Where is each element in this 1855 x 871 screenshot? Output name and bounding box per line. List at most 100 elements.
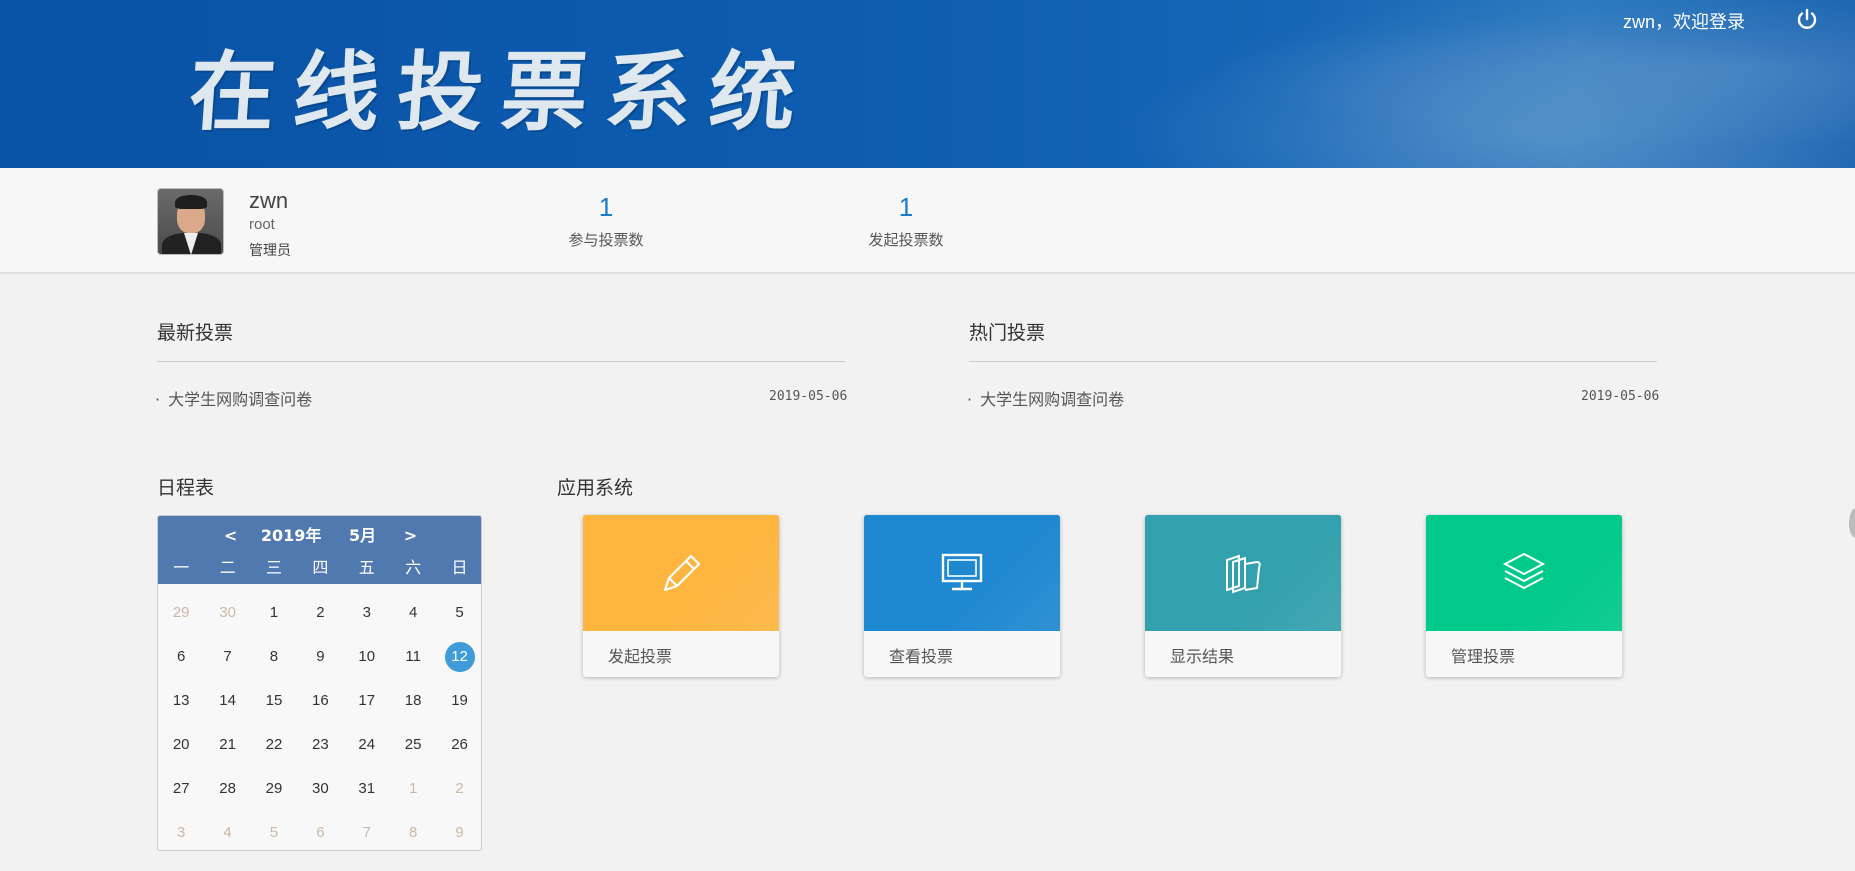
calendar-day[interactable]: 20 — [158, 730, 204, 774]
app-card-manage-votes[interactable]: 管理投票 — [1426, 515, 1622, 677]
calendar-day[interactable]: 19 — [436, 686, 481, 730]
books-icon — [1226, 554, 1261, 594]
calendar-day[interactable]: 2 — [297, 598, 343, 642]
calendar-day[interactable]: 27 — [158, 774, 204, 818]
calendar-header: < 2019年 5月 > 一 二 三 四 五 六 日 — [158, 516, 481, 584]
calendar-day[interactable]: 3 — [344, 598, 390, 642]
calendar-day[interactable]: 10 — [344, 642, 390, 686]
calendar-day-number: 6 — [177, 648, 186, 665]
scroll-handle[interactable] — [1849, 508, 1855, 538]
calendar-day[interactable]: 31 — [344, 774, 390, 818]
calendar-day-number: 28 — [219, 780, 236, 797]
calendar-day-number: 4 — [223, 824, 232, 841]
calendar-month: 5月 — [348, 526, 377, 545]
calendar-day-today[interactable]: 12 — [436, 642, 481, 686]
calendar-day[interactable]: 11 — [390, 642, 436, 686]
latest-votes-title: 最新投票 — [157, 322, 234, 344]
prev-month-button[interactable]: < — [224, 526, 237, 545]
weekday-label: 日 — [451, 558, 468, 577]
calendar-day[interactable]: 1 — [251, 598, 297, 642]
calendar-day[interactable]: 6 — [158, 642, 204, 686]
calendar-day-number: 9 — [455, 824, 464, 841]
app-card-view-votes[interactable]: 查看投票 — [864, 515, 1060, 677]
calendar-day[interactable]: 6 — [297, 818, 343, 850]
calendar-day-number: 18 — [404, 692, 422, 709]
calendar-day[interactable]: 26 — [436, 730, 481, 774]
calendar-day-number: 10 — [358, 648, 376, 665]
calendar-day-number: 17 — [358, 692, 376, 709]
calendar-day[interactable]: 2 — [436, 774, 481, 818]
calendar-day[interactable]: 25 — [390, 730, 436, 774]
calendar-day-number: 2 — [316, 604, 325, 621]
calendar-day-number: 22 — [265, 736, 283, 753]
calendar-day-number: 5 — [269, 824, 279, 841]
app-label: 发起投票 — [608, 647, 673, 666]
calendar-day[interactable]: 8 — [251, 642, 297, 686]
calendar-week-row: 27 28 29 30 31 1 2 — [158, 774, 481, 818]
calendar-day-number: 8 — [408, 824, 418, 841]
bullet: · — [155, 390, 161, 409]
app-card-initiate-vote[interactable]: 发起投票 — [583, 515, 779, 677]
calendar-day[interactable]: 8 — [390, 818, 436, 850]
calendar-day[interactable]: 30 — [204, 598, 250, 642]
weekday-label: 三 — [265, 558, 282, 577]
bullet: · — [967, 390, 973, 409]
weekday-label: 二 — [219, 558, 236, 577]
user-name: zwn — [249, 188, 289, 213]
next-month-button[interactable]: > — [404, 526, 417, 545]
app-label: 查看投票 — [889, 647, 954, 666]
calendar-day[interactable]: 4 — [204, 818, 250, 850]
calendar-week-row: 13 14 15 16 17 18 19 — [158, 686, 481, 730]
calendar-day[interactable]: 3 — [158, 818, 204, 850]
calendar-day[interactable]: 29 — [251, 774, 297, 818]
calendar-day-number: 30 — [312, 780, 329, 797]
calendar-day[interactable]: 5 — [436, 598, 481, 642]
calendar-day-number: 6 — [316, 824, 325, 841]
calendar-week-row: 29 30 1 2 3 4 5 — [158, 598, 481, 642]
calendar-day[interactable]: 23 — [297, 730, 343, 774]
power-icon[interactable] — [1795, 8, 1819, 32]
calendar-day-number: 12 — [444, 642, 475, 672]
calendar-day[interactable]: 24 — [344, 730, 390, 774]
calendar-day[interactable]: 17 — [344, 686, 390, 730]
calendar-day[interactable]: 16 — [297, 686, 343, 730]
calendar-day[interactable]: 7 — [344, 818, 390, 850]
stat-initiated: 1 发起投票数 — [836, 192, 976, 250]
calendar-week-row: 20 21 22 23 24 25 26 — [158, 730, 481, 774]
vote-title[interactable]: 大学生网购调查问卷 — [980, 390, 1124, 409]
calendar-day[interactable]: 30 — [297, 774, 343, 818]
stat-participated: 1 参与投票数 — [536, 192, 676, 250]
calendar-day[interactable]: 5 — [251, 818, 297, 850]
calendar-day[interactable]: 1 — [390, 774, 436, 818]
profile-strip: zwn root 管理员 1 参与投票数 1 发起投票数 — [0, 168, 1855, 273]
calendar-day[interactable]: 28 — [204, 774, 250, 818]
latest-vote-item[interactable]: · 大学生网购调查问卷 — [155, 386, 312, 410]
calendar-nav: < 2019年 5月 > — [158, 522, 481, 546]
calendar-day-number: 8 — [269, 648, 279, 665]
vote-date: 2019-05-06 — [769, 389, 848, 404]
calendar-day-number: 31 — [358, 780, 376, 797]
calendar-day[interactable]: 22 — [251, 730, 297, 774]
calendar-day[interactable]: 29 — [158, 598, 204, 642]
calendar-day[interactable]: 14 — [204, 686, 250, 730]
calendar-day[interactable]: 9 — [297, 642, 343, 686]
calendar-day-number: 1 — [269, 604, 279, 621]
calendar-day[interactable]: 21 — [204, 730, 250, 774]
banner-title: 在线投票系统 — [185, 43, 817, 143]
calendar-day[interactable]: 13 — [158, 686, 204, 730]
weekday-label: 六 — [405, 558, 422, 577]
calendar-day[interactable]: 18 — [390, 686, 436, 730]
calendar-day[interactable]: 9 — [436, 818, 481, 850]
calendar-day-number: 23 — [312, 736, 329, 753]
calendar-day[interactable]: 15 — [251, 686, 297, 730]
calendar-day-number: 21 — [219, 736, 236, 753]
hot-vote-item[interactable]: · 大学生网购调查问卷 — [967, 386, 1124, 410]
pencil-icon — [663, 554, 701, 592]
vote-title[interactable]: 大学生网购调查问卷 — [168, 390, 312, 409]
app-card-show-results[interactable]: 显示结果 — [1145, 515, 1341, 677]
calendar-week-row: 3 4 5 6 7 8 9 — [158, 818, 481, 850]
calendar-day-number: 24 — [358, 736, 376, 753]
vote-date: 2019-05-06 — [1581, 389, 1660, 404]
calendar-day[interactable]: 7 — [204, 642, 250, 686]
calendar-day[interactable]: 4 — [390, 598, 436, 642]
